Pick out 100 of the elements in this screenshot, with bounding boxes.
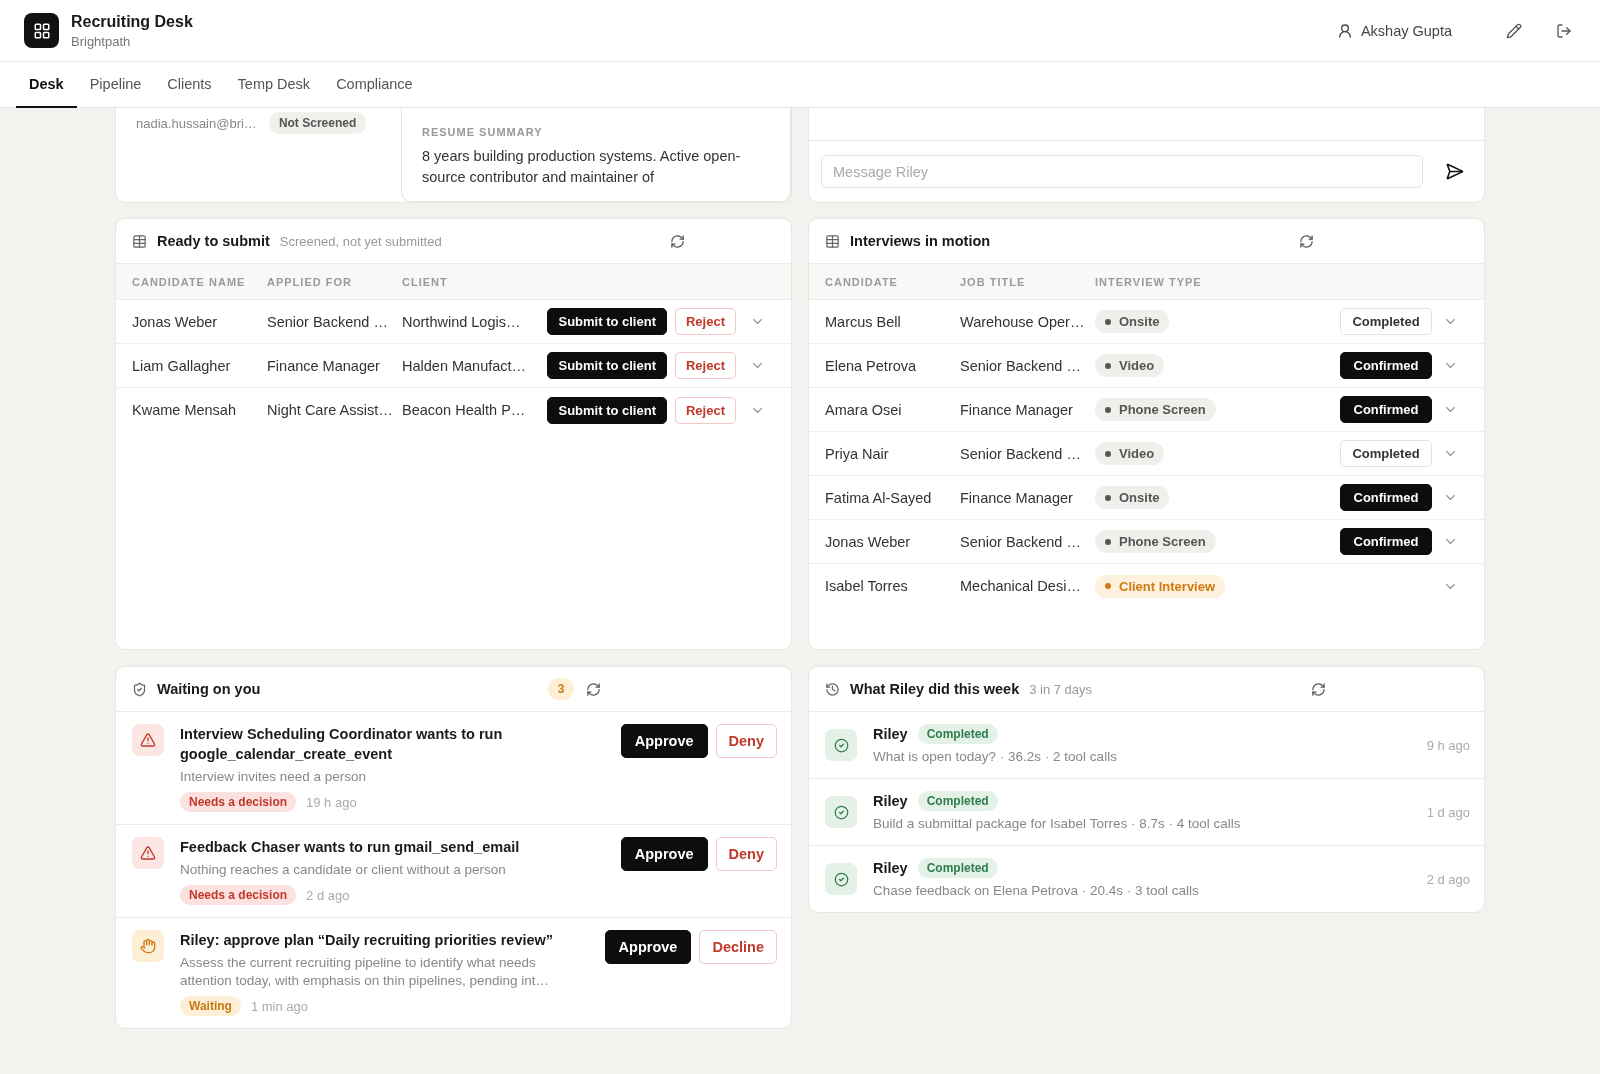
agent-name: Riley: [873, 793, 908, 809]
table-cell-text: Senior Backend …: [960, 357, 1082, 374]
reject-button[interactable]: Reject: [674, 308, 736, 335]
table-cell-text: Mechanical Desi…: [960, 578, 1082, 594]
user-icon: [1336, 22, 1353, 39]
timestamp: 1 d ago: [1426, 804, 1470, 820]
reject-button[interactable]: Reject: [674, 352, 736, 379]
interview-type-pill: Phone Screen: [1095, 530, 1216, 553]
submit-button[interactable]: Submit to client: [547, 352, 667, 379]
activity-summary: Chase feedback on Elena Petrova · 20.4s · 3 tool calls: [873, 882, 1200, 900]
table-cell-text: Fatima Al-Sayed: [825, 489, 933, 506]
candidate-email: nadia.hussain@bri…: [136, 115, 257, 131]
reject-button[interactable]: Reject: [674, 396, 736, 424]
count-badge: 3: [548, 678, 574, 700]
request-detail: Nothing reaches a candidate or client without a person: [180, 861, 507, 879]
nav-tab[interactable]: Pipeline: [76, 62, 155, 108]
column-header: INTERVIEW TYPE: [1095, 275, 1203, 288]
status-button[interactable]: Completed: [1340, 440, 1432, 467]
user-name[interactable]: Akshay Gupta: [1360, 22, 1452, 39]
timestamp: 19 h ago: [306, 794, 357, 810]
section-label: RESUME SUMMARY: [422, 126, 544, 138]
timestamp: 1 min ago: [250, 998, 308, 1014]
table-cell-text: Isabel Torres: [825, 578, 909, 594]
table-cell-text: Finance Manager: [960, 489, 1074, 506]
submit-button[interactable]: Submit to client: [547, 396, 667, 424]
interview-type-pill: Onsite: [1095, 310, 1170, 333]
status-tag: Completed: [917, 791, 998, 811]
request-detail: Assess the current recruiting pipeline to identify what needs attention today, with emphasis on thin pipelines, pending int…: [180, 954, 550, 990]
table-cell-text: Senior Backend …: [960, 533, 1082, 550]
table-cell-text: Senior Backend …: [960, 445, 1082, 462]
card-subtitle: 3 in 7 days: [1029, 681, 1093, 697]
interview-type-pill: Video: [1095, 442, 1165, 465]
status-button[interactable]: Confirmed: [1340, 396, 1432, 423]
table-cell-text: Beacon Health P…: [402, 402, 527, 418]
timestamp: 2 d ago: [306, 887, 350, 903]
table-cell-text: Marcus Bell: [825, 313, 902, 330]
approve-button[interactable]: Approve: [604, 930, 692, 964]
request-title: Interview Scheduling Coordinator wants to run google_calendar_create_event: [180, 725, 504, 764]
approve-button[interactable]: Approve: [620, 837, 708, 871]
status-button[interactable]: Confirmed: [1340, 528, 1432, 555]
shield-icon: [132, 681, 147, 697]
column-header: CANDIDATE NAME: [132, 275, 247, 288]
request-title: Feedback Chaser wants to run gmail_send_email: [180, 838, 521, 857]
status-tag: Completed: [917, 724, 998, 744]
agent-name: Riley: [873, 726, 908, 742]
table-cell-text: Jonas Weber: [132, 313, 219, 330]
deny-button[interactable]: Deny: [715, 724, 777, 758]
table-cell-text: Night Care Assist…: [267, 402, 394, 418]
app-logo-icon: [24, 13, 59, 48]
column-header: JOB TITLE: [960, 275, 1027, 288]
status-button[interactable]: Confirmed: [1340, 484, 1432, 511]
nav-tab[interactable]: Desk: [16, 62, 77, 108]
warning-icon: [132, 837, 164, 869]
resume-summary: 8 years building production systems. Active open-source contributor and maintainer of: [422, 147, 742, 187]
deny-button[interactable]: Deny: [715, 837, 777, 871]
status-pill: Not Screened: [268, 112, 367, 134]
status-button[interactable]: Completed: [1340, 308, 1432, 335]
activity-summary: Build a submittal package for Isabel Torres · 8.7s · 4 tool calls: [873, 815, 1242, 833]
table-icon: [825, 233, 840, 249]
status-button[interactable]: Confirmed: [1340, 352, 1432, 379]
table-cell-text: Warehouse Oper…: [960, 313, 1086, 330]
app-title: Recruiting Desk: [71, 12, 194, 31]
status-tag: Needs a decision: [180, 792, 297, 812]
table-icon: [132, 233, 147, 249]
timestamp: 2 d ago: [1426, 871, 1470, 887]
warning-icon: [132, 724, 164, 756]
interview-type-pill: Phone Screen: [1095, 398, 1216, 421]
nav-tab[interactable]: Compliance: [323, 62, 426, 108]
column-header: CLIENT: [402, 275, 449, 288]
timestamp: 9 h ago: [1426, 737, 1470, 753]
table-cell-text: Priya Nair: [825, 445, 890, 462]
nav-tab[interactable]: Clients: [154, 62, 225, 108]
table-cell-text: Senior Backend …: [267, 313, 389, 330]
table-cell-text: Finance Manager: [960, 401, 1074, 418]
submit-button[interactable]: Submit to client: [547, 308, 667, 335]
table-cell-text: Elena Petrova: [825, 357, 918, 374]
table-cell-text: Liam Gallagher: [132, 357, 232, 374]
table-cell-text: Kwame Mensah: [132, 402, 237, 418]
decline-button[interactable]: Decline: [699, 930, 777, 964]
hand-icon: [132, 930, 164, 962]
table-cell-text: Halden Manufact…: [402, 357, 528, 374]
interview-type-pill: Video: [1095, 354, 1165, 377]
message-field[interactable]: Message Riley: [821, 155, 1423, 188]
status-tag: Completed: [917, 858, 998, 878]
history-icon: [825, 681, 840, 697]
column-header: APPLIED FOR: [267, 275, 353, 288]
interview-type-pill: Client Interview: [1095, 574, 1226, 598]
card-title: Ready to submit: [157, 233, 270, 249]
column-header: CANDIDATE: [825, 275, 899, 288]
agent-name: Riley: [873, 860, 908, 876]
nav-tab[interactable]: Temp Desk: [224, 62, 324, 108]
table-cell-text: Northwind Logis…: [402, 313, 522, 330]
request-detail: Interview invites need a person: [180, 768, 368, 786]
approve-button[interactable]: Approve: [620, 724, 708, 758]
table-cell-text: Finance Manager: [267, 357, 381, 374]
table-cell-text: Jonas Weber: [825, 533, 912, 550]
activity-summary: What is open today? · 36.2s · 2 tool calls: [873, 748, 1118, 766]
organization-name: Brightpath: [71, 33, 132, 49]
request-title: Riley: approve plan “Daily recruiting priorities review”: [180, 931, 555, 950]
status-tag: Waiting: [180, 996, 241, 1016]
